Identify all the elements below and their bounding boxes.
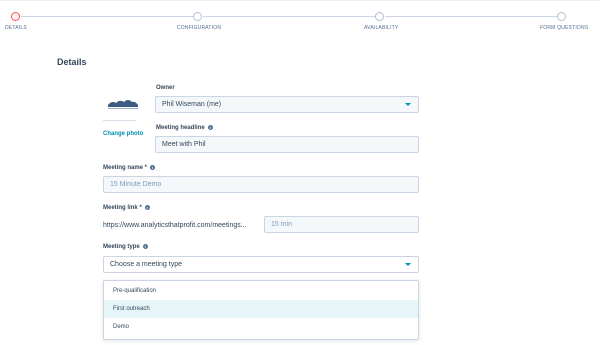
profile-photo: [108, 100, 138, 109]
progress-stepper: DETAILS CONFIGURATION AVAILABILITY FORM …: [0, 0, 600, 40]
meeting-link-label-text: Meeting link *: [103, 205, 142, 211]
step-connector: [385, 16, 557, 17]
headline-label: Meeting headline i: [156, 125, 213, 131]
owner-value: Phil Wiseman (me): [162, 101, 222, 108]
step-label-configuration[interactable]: CONFIGURATION: [177, 25, 221, 31]
owner-label-text: Owner: [156, 85, 175, 91]
section-title: Details: [57, 57, 87, 67]
info-icon[interactable]: i: [142, 244, 148, 249]
meeting-name-label: Meeting name * i: [103, 165, 156, 171]
meeting-type-label: Meeting type i: [103, 244, 148, 250]
headline-label-text: Meeting headline: [156, 125, 205, 131]
meeting-link-label: Meeting link * i: [103, 205, 150, 211]
meeting-link-slug-input[interactable]: 15 min: [264, 216, 419, 233]
step-connector: [203, 16, 375, 17]
step-dot-configuration[interactable]: [193, 12, 202, 21]
meeting-link-placeholder: 15 min: [271, 221, 293, 228]
owner-select[interactable]: Phil Wiseman (me): [155, 96, 419, 113]
meeting-link-prefix: https://www.analyticsthatprofit.com/meet…: [103, 222, 247, 229]
dropdown-option-demo[interactable]: Demo: [104, 318, 418, 336]
step-dot-details[interactable]: [11, 12, 20, 21]
meeting-type-dropdown: Pre-qualification First outreach Demo: [103, 280, 419, 340]
change-photo-link[interactable]: Change photo: [103, 131, 143, 137]
step-label-details[interactable]: DETAILS: [5, 25, 27, 31]
meeting-name-placeholder: 15 Minute Demo: [110, 181, 162, 188]
chevron-down-icon: [405, 263, 411, 266]
step-dot-form-questions[interactable]: [557, 12, 566, 21]
owner-label: Owner: [156, 85, 175, 91]
info-icon[interactable]: i: [150, 165, 156, 170]
photo-divider: [103, 120, 136, 121]
meeting-name-label-text: Meeting name *: [103, 165, 148, 171]
dropdown-option-pre-qualification[interactable]: Pre-qualification: [104, 282, 418, 300]
info-icon[interactable]: i: [207, 125, 213, 130]
meeting-type-label-text: Meeting type: [103, 244, 140, 250]
chevron-down-icon: [405, 103, 411, 106]
info-icon[interactable]: i: [144, 205, 150, 210]
meeting-name-input[interactable]: 15 Minute Demo: [103, 176, 419, 193]
step-label-availability[interactable]: AVAILABILITY: [364, 25, 398, 31]
step-label-form-questions[interactable]: FORM QUESTIONS: [540, 25, 588, 31]
headline-value: Meet with Phil: [162, 141, 206, 148]
step-connector: [21, 16, 193, 17]
headline-input[interactable]: Meet with Phil: [155, 136, 419, 153]
step-dot-availability[interactable]: [375, 12, 384, 21]
meeting-type-placeholder: Choose a meeting type: [110, 261, 182, 268]
dropdown-option-first-outreach[interactable]: First outreach: [104, 300, 418, 318]
meeting-type-select[interactable]: Choose a meeting type: [103, 256, 419, 273]
